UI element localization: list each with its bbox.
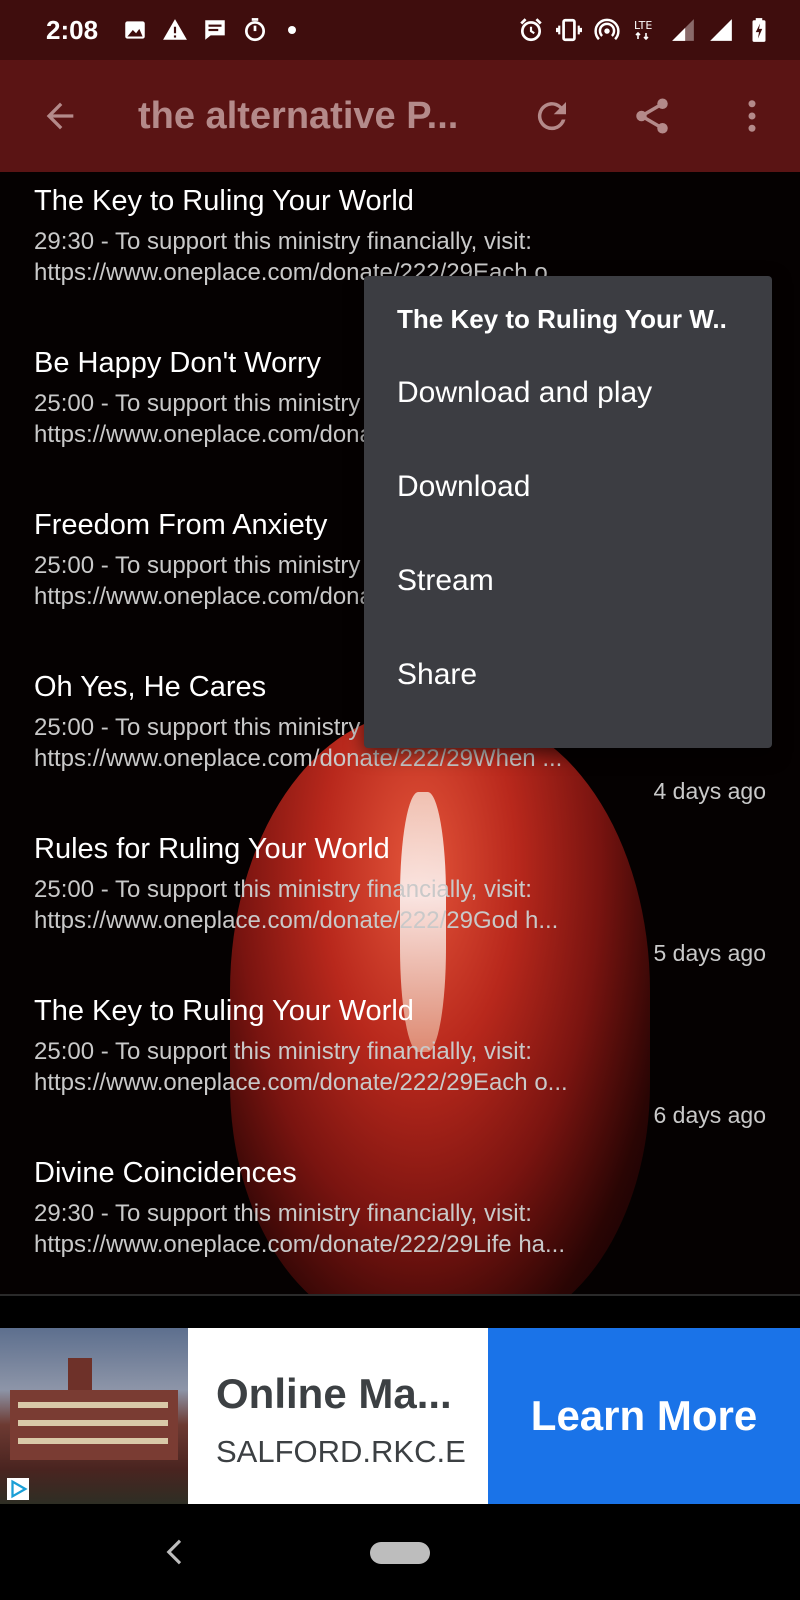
episode-age: 4 days ago (653, 778, 766, 804)
episode-description: https://www.oneplace.com/donate/222/29Go… (34, 907, 559, 934)
episode-description: https://www.oneplace.com/donate/222/29Ea… (34, 1069, 568, 1096)
episode-description: https://www.oneplace.com/donate/222/29Li… (34, 1231, 566, 1258)
ad-url[interactable]: SALFORD.RKC.E (216, 1434, 488, 1470)
episode-title: Divine Coincidences (34, 1157, 297, 1189)
episode-context-menu: The Key to Ruling Your W.. Download and … (364, 276, 772, 748)
episode-description: 29:30 - To support this ministry financi… (34, 1200, 532, 1227)
status-left-icons (122, 17, 297, 43)
list-item[interactable]: Divine Coincidences 29:30 - To support t… (34, 1156, 774, 1260)
menu-item-share[interactable]: Share (364, 628, 772, 722)
nav-back-icon[interactable] (160, 1534, 190, 1570)
menu-item-download-and-play[interactable]: Download and play (364, 346, 772, 440)
signal-icon (670, 17, 696, 43)
dot-icon (288, 26, 297, 34)
message-icon (202, 17, 228, 43)
refresh-icon (537, 102, 566, 131)
timer-icon (242, 17, 268, 43)
alarm-icon (518, 17, 544, 43)
ad-image[interactable] (0, 1328, 188, 1504)
warning-icon (162, 17, 188, 43)
episode-title: The Key to Ruling Your World (34, 995, 414, 1027)
episode-description: 25:00 - To support this ministry financi… (34, 876, 532, 903)
menu-item-download[interactable]: Download (364, 440, 772, 534)
app-bar-actions (522, 86, 782, 146)
arrow-back-icon (46, 102, 74, 130)
ad-building-window-row (18, 1402, 168, 1408)
ad-building-window-row (18, 1420, 168, 1426)
episode-age: 6 days ago (653, 1102, 766, 1128)
signal-icon (708, 17, 734, 43)
ad-building (10, 1390, 178, 1460)
divider (0, 1294, 800, 1296)
status-bar: 2:08 LTE (0, 0, 800, 60)
list-item[interactable]: The Key to Ruling Your World 25:00 - To … (34, 994, 774, 1129)
ad-banner[interactable]: Online Ma... SALFORD.RKC.E Learn More (0, 1328, 800, 1504)
vibrate-icon (556, 17, 582, 43)
episode-title: Rules for Ruling Your World (34, 833, 390, 865)
more-vert-icon (748, 100, 756, 132)
hotspot-icon (594, 17, 620, 43)
status-right-icons: LTE (518, 17, 772, 43)
menu-title: The Key to Ruling Your W.. (397, 304, 727, 334)
lte-icon: LTE (632, 17, 658, 43)
list-item[interactable]: Rules for Ruling Your World 25:00 - To s… (34, 832, 774, 967)
refresh-button[interactable] (522, 86, 582, 146)
nav-home-pill-icon[interactable] (370, 1542, 430, 1564)
more-options-button[interactable] (722, 86, 782, 146)
image-icon (122, 17, 148, 43)
ad-building-window-row (18, 1438, 168, 1444)
episode-description: 29:30 - To support this ministry financi… (34, 228, 532, 255)
ad-headline[interactable]: Online Ma... (216, 1370, 452, 1418)
svg-text:LTE: LTE (634, 19, 652, 32)
learn-more-button[interactable]: Learn More (488, 1328, 800, 1504)
page-title: the alternative P... (138, 94, 459, 137)
share-button[interactable] (622, 86, 682, 146)
share-icon (636, 98, 668, 134)
navigation-bar (0, 1504, 800, 1600)
battery-charging-icon (746, 17, 772, 43)
status-time: 2:08 (46, 14, 99, 45)
episode-age: 5 days ago (653, 940, 766, 966)
app-bar: the alternative P... (0, 60, 800, 172)
menu-item-stream[interactable]: Stream (364, 534, 772, 628)
ad-choices-icon[interactable] (6, 1478, 30, 1500)
back-button[interactable] (30, 86, 90, 146)
episode-description: 25:00 - To support this ministry financi… (34, 1038, 532, 1065)
list-item[interactable]: The Key to Ruling Your World 29:30 - To … (34, 184, 774, 288)
episode-title: The Key to Ruling Your World (34, 185, 414, 217)
